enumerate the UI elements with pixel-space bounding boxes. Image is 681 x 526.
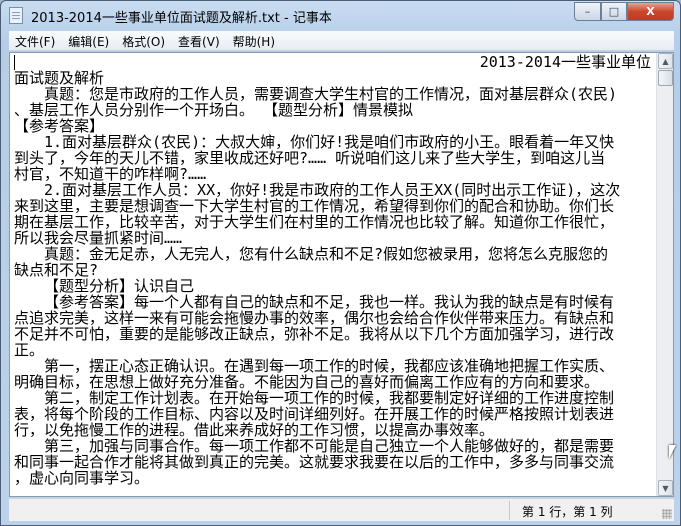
menu-view[interactable]: 查看(V) <box>172 31 227 50</box>
minimize-button[interactable]: – <box>574 2 601 21</box>
text-line: 【参考答案】每一个人都有自己的缺点和不足，我也一样。我认为我的缺点是有时候有 <box>44 294 615 310</box>
text-line: 不足并不可怕，重要的是能够改正缺点，弥补不足。我将从以下几个方面加强学习，进行改 <box>14 326 615 342</box>
text-editor[interactable]: 2013-2014一些事业单位面试题及解析 真题：您是市政府的工作人员，需要调查大… <box>9 52 674 497</box>
status-divider <box>509 501 510 520</box>
scroll-down-button[interactable]: ▼ <box>658 480 673 496</box>
text-line: 来到这里，主要是想调查一下大学生村官的工作情况，希望得到你们的配合和协助。你们长 <box>14 198 615 214</box>
window-title: 2013-2014一些事业单位面试题及解析.txt - 记事本 <box>31 11 332 26</box>
text-line: 、基层工作人员分别作一个开场白。 【题型分析】情景模拟 <box>14 102 414 118</box>
menu-bar: 文件(F) 编辑(E) 格式(O) 查看(V) 帮助(H) <box>9 31 674 51</box>
text-line: 1.面对基层群众(农民)：大叔大婶，你们好!我是咱们市政府的小王。眼看着一年又快 <box>44 134 615 150</box>
text-line: 第一，摆正心态正确认识。在遇到每一项工作的时候，我都应该准确地把握工作实质、 <box>44 358 615 374</box>
menu-help[interactable]: 帮助(H) <box>227 31 282 50</box>
text-line: 【题型分析】认识自己 <box>44 278 195 294</box>
notepad-icon <box>9 7 23 24</box>
resize-grip[interactable] <box>662 509 672 519</box>
document-text[interactable]: 2013-2014一些事业单位面试题及解析 真题：您是市政府的工作人员，需要调查大… <box>14 54 651 486</box>
text-line: 第三，加强与同事合作。每一项工作都不可能是自己独立一个人能够做好的，都是需要 <box>44 438 615 454</box>
menu-format[interactable]: 格式(O) <box>116 31 172 50</box>
text-line: 【参考答案】 <box>14 118 105 134</box>
text-line: 真题：您是市政府的工作人员，需要调查大学生村官的工作情况，面对基层群众(农民) <box>44 86 618 102</box>
text-line: 真题：金无足赤，人无完人，您有什么缺点和不足?假如您被录用，您将怎么克服您的 <box>44 246 609 262</box>
text-line: 行，以免拖慢工作的进程。借此来养成好的工作习惯，以提高办事效率。 <box>14 422 495 438</box>
text-line: 面试题及解析 <box>14 70 105 86</box>
text-line: 到头了，今年的天儿不错，家里收成还好吧?…… 听说咱们这儿来了些大学生，到咱这儿… <box>14 150 606 166</box>
text-line: 明确目标，在思想上做好充分准备。不能因为自己的喜好而偏离工作应有的方向和要求。 <box>14 374 600 390</box>
text-line: 所以我会尽量抓紧时间…… <box>14 230 183 246</box>
text-line: 表，将每个阶段的工作目标、内容以及时间详细列好。在开展工作的时候严格按照计划表进 <box>14 406 615 422</box>
mouse-pointer-icon <box>669 445 676 459</box>
menu-file[interactable]: 文件(F) <box>9 31 62 50</box>
maximize-button[interactable]: □ <box>601 2 627 21</box>
vertical-scrollbar[interactable]: ▲ ▼ <box>656 53 673 496</box>
text-line: 2013-2014一些事业单位 <box>479 54 651 70</box>
menu-edit[interactable]: 编辑(E) <box>62 31 116 50</box>
scroll-up-button[interactable]: ▲ <box>658 53 673 69</box>
cursor-position: 第 1 行，第 1 列 <box>522 505 613 519</box>
text-line: 村官，不知道干的咋样啊?…… <box>14 166 207 182</box>
text-line: 点追求完美，这样一来有可能会拖慢办事的效率，偶尔也会给合作伙伴带来压力。有缺点和 <box>14 310 615 326</box>
text-line: 期在基层工作，比较辛苦，对于大学生们在村里的工作情况也比较了解。知道你工作很忙， <box>14 214 615 230</box>
notepad-window: 2013-2014一些事业单位面试题及解析.txt - 记事本 – □ X 文件… <box>0 0 681 526</box>
status-bar: 第 1 行，第 1 列 <box>9 498 674 521</box>
text-caret <box>14 55 15 70</box>
text-line: 2.面对基层工作人员：XX，你好!我是市政府的工作人员王XX(同时出示工作证)，… <box>44 182 621 198</box>
close-button[interactable]: X <box>627 2 674 21</box>
text-line: 第二，制定工作计划表。在开始每一项工作的时候，我都要制定好详细的工作进度控制 <box>44 390 615 406</box>
text-line: 和同事一起合作才能将其做到真正的完美。这就要求我要在以后的工作中，多多与同事交流 <box>14 454 615 470</box>
scroll-thumb[interactable] <box>658 70 673 86</box>
text-line: ，虚心向同事学习。 <box>14 470 150 486</box>
text-line: 正。 <box>14 342 45 358</box>
title-bar[interactable]: 2013-2014一些事业单位面试题及解析.txt - 记事本 – □ X <box>1 1 680 29</box>
text-line: 缺点和不足? <box>14 262 99 278</box>
